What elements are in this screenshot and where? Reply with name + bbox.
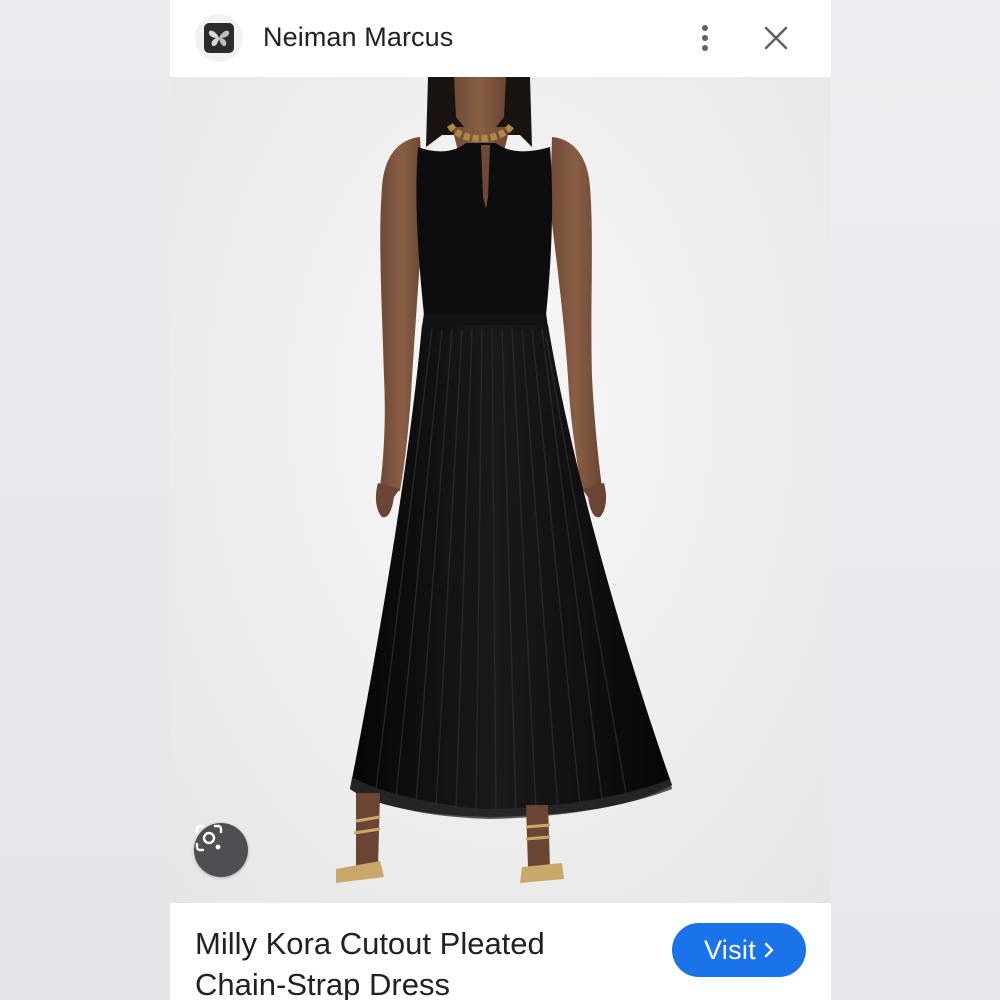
lens-search-button[interactable] (194, 823, 248, 877)
more-vert-dot (702, 45, 708, 51)
visit-label: Visit (703, 934, 757, 965)
card-footer: Milly Kora Cutout Pleated Chain-Strap Dr… (170, 903, 831, 1000)
visit-button[interactable]: Visit (672, 923, 806, 977)
more-vert-dot (702, 35, 708, 41)
more-options-button[interactable] (688, 18, 722, 58)
close-icon (764, 26, 788, 50)
close-button[interactable] (758, 20, 794, 56)
result-card: Neiman Marcus Milly Kora Cutout Pleated … (170, 0, 831, 1000)
card-header: Neiman Marcus (170, 0, 831, 77)
site-name[interactable]: Neiman Marcus (263, 22, 453, 53)
product-image[interactable] (170, 77, 831, 903)
background-right (831, 0, 1000, 1000)
more-vert-icon (702, 25, 708, 31)
chevron-right-icon (764, 942, 774, 958)
product-title[interactable]: Milly Kora Cutout Pleated Chain-Strap Dr… (195, 923, 635, 1000)
lens-search-icon (195, 824, 223, 852)
background-left (0, 0, 170, 1000)
butterfly-icon (204, 23, 234, 53)
dress-photo (336, 77, 672, 883)
site-logo (195, 14, 243, 62)
